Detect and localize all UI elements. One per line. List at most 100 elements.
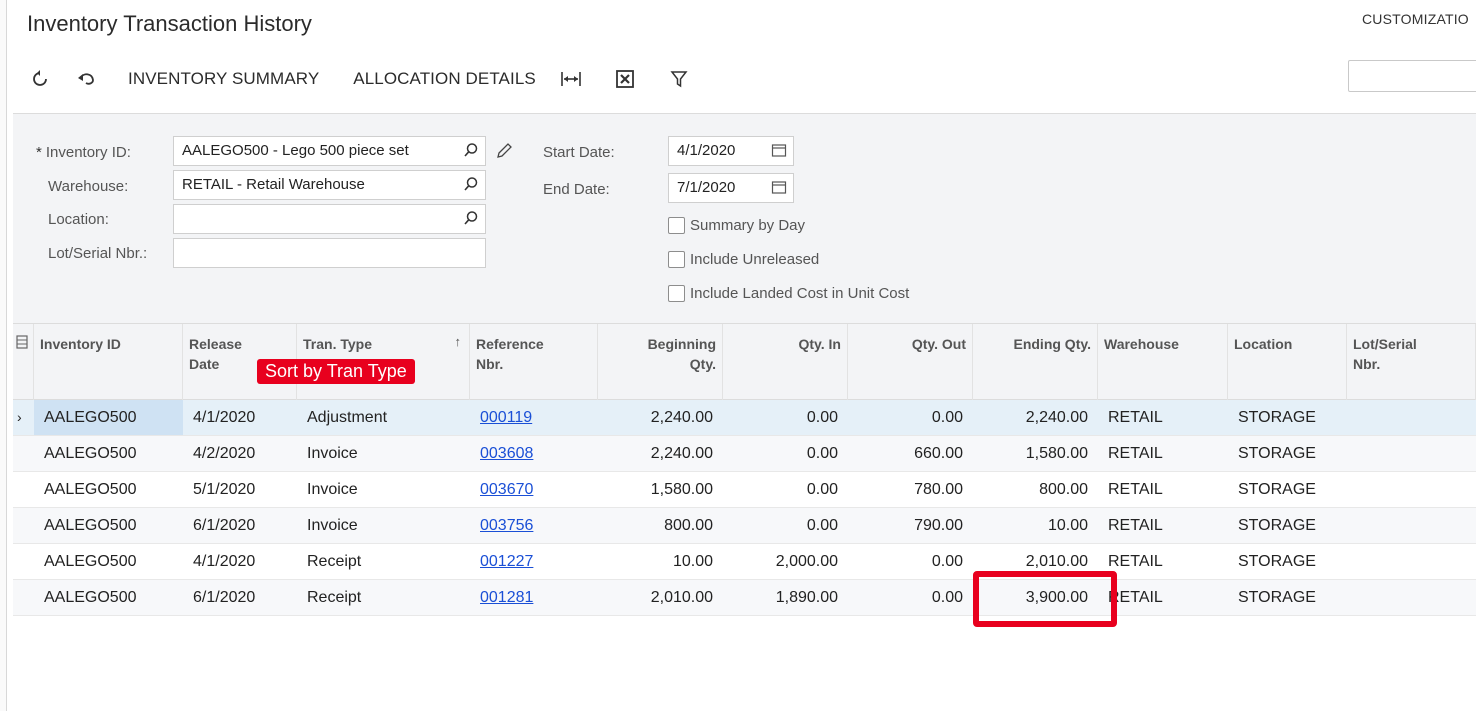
cell-location: STORAGE <box>1238 481 1316 498</box>
col-beginning-qty[interactable]: Beginning Qty. <box>598 324 723 400</box>
calendar-icon[interactable] <box>771 142 787 162</box>
lot-serial-field[interactable] <box>173 238 486 268</box>
col-release-date-line1: Release <box>189 336 242 352</box>
checkbox-box[interactable] <box>668 285 685 302</box>
table-row[interactable]: AALEGO500 6/1/2020 Invoice 003756 800.00 0.00… <box>13 508 1476 544</box>
lot-serial-label: Lot/Serial Nbr.: <box>48 245 148 262</box>
start-date-field[interactable]: 4/1/2020 <box>668 136 794 166</box>
col-warehouse[interactable]: Warehouse <box>1098 324 1228 400</box>
pencil-icon[interactable] <box>495 142 513 165</box>
col-beginning-line1: Beginning <box>647 336 716 352</box>
col-ending-qty[interactable]: Ending Qty. <box>973 324 1098 400</box>
grid-body: › AALEGO500 4/1/2020 Adjustment 000119 2,240.… <box>13 400 1476 616</box>
col-tran-type-label: Tran. Type <box>303 336 372 352</box>
cell-ending-qty: 10.00 <box>1047 517 1088 534</box>
include-unreleased-checkbox[interactable]: Include Unreleased <box>668 251 819 268</box>
cell-reference-nbr[interactable]: 001281 <box>470 580 598 615</box>
highlight-annotation <box>973 571 1117 627</box>
cell-qty-out: 660.00 <box>914 445 963 462</box>
cell-qty-in: 0.00 <box>806 517 838 534</box>
inventory-id-label: * Inventory ID: <box>36 144 131 161</box>
row-selector-icon[interactable]: › <box>13 400 34 435</box>
cell-qty-in: 1,890.00 <box>775 589 838 606</box>
cell-inventory-id: AALEGO500 <box>44 481 137 498</box>
cell-location: STORAGE <box>1238 589 1316 606</box>
col-qty-in[interactable]: Qty. In <box>723 324 848 400</box>
cell-ending-qty: 2,240.00 <box>1025 409 1088 426</box>
col-reference-line2: Nbr. <box>476 356 504 372</box>
grid-settings-icon[interactable] <box>13 324 34 400</box>
toolbar: INVENTORY SUMMARY ALLOCATION DETAILS <box>22 62 697 96</box>
cell-reference-nbr[interactable]: 001227 <box>470 544 598 579</box>
search-icon[interactable] <box>463 210 479 230</box>
end-date-field[interactable]: 7/1/2020 <box>668 173 794 203</box>
cell-inventory-id: AALEGO500 <box>34 400 183 435</box>
col-lot-line2: Nbr. <box>1353 356 1381 372</box>
sort-annotation-badge: Sort by Tran Type <box>257 359 415 384</box>
table-row[interactable]: AALEGO500 6/1/2020 Receipt 001281 2,010.00 1,… <box>13 580 1476 616</box>
cell-beginning-qty: 10.00 <box>672 553 713 570</box>
filter-icon[interactable] <box>661 63 697 95</box>
sort-ascending-icon: ↑ <box>454 334 462 349</box>
cell-beginning-qty: 2,010.00 <box>650 589 713 606</box>
transaction-grid: Inventory ID Release Date Tran. Type ↑ Re… <box>13 323 1476 616</box>
inventory-id-field[interactable]: AALEGO500 - Lego 500 piece set <box>173 136 486 166</box>
calendar-icon[interactable] <box>771 179 787 199</box>
end-date-label: End Date: <box>543 181 610 198</box>
table-row[interactable]: AALEGO500 5/1/2020 Invoice 003670 1,580.00 0.… <box>13 472 1476 508</box>
cell-warehouse: RETAIL <box>1108 589 1163 606</box>
cell-release-date: 4/2/2020 <box>193 445 256 462</box>
search-input[interactable] <box>1348 60 1476 92</box>
cell-release-date: 5/1/2020 <box>193 481 256 498</box>
excel-export-icon[interactable] <box>607 63 643 95</box>
cell-location: STORAGE <box>1238 517 1316 534</box>
checkbox-box[interactable] <box>668 251 685 268</box>
cell-release-date: 4/1/2020 <box>193 553 256 570</box>
col-lot-serial[interactable]: Lot/Serial Nbr. <box>1347 324 1476 400</box>
col-qty-out[interactable]: Qty. Out <box>848 324 973 400</box>
cell-inventory-id: AALEGO500 <box>44 589 137 606</box>
table-row[interactable]: › AALEGO500 4/1/2020 Adjustment 000119 2,240.… <box>13 400 1476 436</box>
col-lot-line1: Lot/Serial <box>1353 336 1417 352</box>
col-reference-nbr[interactable]: Reference Nbr. <box>470 324 598 400</box>
cell-tran-type: Receipt <box>307 589 362 606</box>
col-reference-line1: Reference <box>476 336 544 352</box>
undo-icon[interactable] <box>68 63 104 95</box>
cell-location: STORAGE <box>1238 553 1316 570</box>
col-location[interactable]: Location <box>1228 324 1347 400</box>
warehouse-label: Warehouse: <box>48 178 129 195</box>
cell-qty-out: 780.00 <box>914 481 963 498</box>
cell-qty-out: 790.00 <box>914 517 963 534</box>
warehouse-field[interactable]: RETAIL - Retail Warehouse <box>173 170 486 200</box>
search-icon[interactable] <box>463 176 479 196</box>
col-beginning-line2: Qty. <box>689 356 716 372</box>
left-border <box>0 0 7 711</box>
cell-beginning-qty: 800.00 <box>664 517 713 534</box>
cell-release-date: 6/1/2020 <box>193 517 256 534</box>
fit-columns-icon[interactable] <box>553 63 589 95</box>
cell-tran-type: Invoice <box>307 481 358 498</box>
page-title: Inventory Transaction History <box>27 11 312 36</box>
search-icon[interactable] <box>463 142 479 162</box>
cell-warehouse: RETAIL <box>1108 445 1163 462</box>
table-row[interactable]: AALEGO500 4/1/2020 Receipt 001227 10.00 2,000… <box>13 544 1476 580</box>
cell-qty-in: 0.00 <box>806 409 838 426</box>
customization-menu[interactable]: CUSTOMIZATIO <box>1362 11 1469 27</box>
col-inventory-id[interactable]: Inventory ID <box>34 324 183 400</box>
cell-reference-nbr[interactable]: 003670 <box>470 472 598 507</box>
cell-beginning-qty: 2,240.00 <box>650 409 713 426</box>
grid-header: Inventory ID Release Date Tran. Type ↑ Re… <box>13 323 1476 400</box>
cell-reference-nbr[interactable]: 003608 <box>470 436 598 471</box>
summary-by-day-checkbox[interactable]: Summary by Day <box>668 217 805 234</box>
include-landed-cost-checkbox[interactable]: Include Landed Cost in Unit Cost <box>668 285 909 302</box>
refresh-icon[interactable] <box>22 63 58 95</box>
cell-warehouse: RETAIL <box>1108 409 1163 426</box>
location-label: Location: <box>48 211 109 228</box>
cell-reference-nbr[interactable]: 003756 <box>470 508 598 543</box>
checkbox-box[interactable] <box>668 217 685 234</box>
table-row[interactable]: AALEGO500 4/2/2020 Invoice 003608 2,240.00 0.… <box>13 436 1476 472</box>
cell-reference-nbr[interactable]: 000119 <box>470 400 598 435</box>
inventory-summary-button[interactable]: INVENTORY SUMMARY <box>128 69 319 89</box>
location-field[interactable] <box>173 204 486 234</box>
allocation-details-button[interactable]: ALLOCATION DETAILS <box>353 69 536 89</box>
